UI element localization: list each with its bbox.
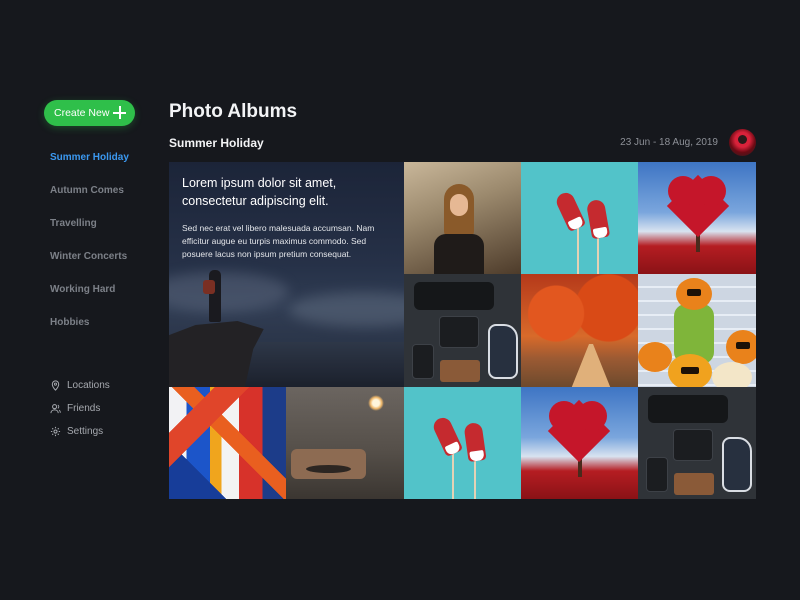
photo-thumbnail[interactable] — [638, 162, 756, 274]
lens-shape — [414, 282, 494, 310]
photo-thumbnail[interactable] — [521, 387, 638, 499]
secondary-nav: Locations Friends Settings — [50, 374, 110, 443]
sidebar-item-friends[interactable]: Friends — [50, 397, 110, 420]
pumpkin-shape — [726, 330, 756, 364]
date-range: 23 Jun - 18 Aug, 2019 — [620, 137, 718, 148]
photo-thumbnail[interactable] — [521, 162, 638, 274]
feature-text: Lorem ipsum dolor sit amet, consectetur … — [182, 175, 397, 260]
avatar[interactable] — [729, 129, 756, 156]
photo-thumbnail[interactable] — [404, 274, 521, 387]
photo-thumbnail[interactable] — [286, 387, 404, 499]
page-title: Photo Albums — [169, 101, 298, 122]
heart-tree-lobe — [668, 176, 698, 206]
sneaker-shape — [430, 414, 464, 458]
album-title: Summer Holiday — [169, 136, 264, 150]
photo-thumbnail[interactable] — [169, 387, 286, 499]
settings-label: Settings — [67, 426, 104, 437]
sidebar-item-hobbies[interactable]: Hobbies — [50, 317, 129, 350]
photo-thumbnail[interactable] — [521, 274, 638, 387]
locations-label: Locations — [67, 380, 110, 391]
sidebar-item-autumn-comes[interactable]: Autumn Comes — [50, 185, 129, 218]
heart-tree-lobe — [549, 401, 579, 431]
lamp-shape — [368, 395, 384, 411]
heart-tree-lobe — [696, 176, 726, 206]
sneaker-shape — [463, 421, 487, 463]
pumpkin-head-shape — [676, 278, 712, 310]
sneaker-shape — [722, 437, 752, 492]
photo-thumbnail[interactable] — [638, 274, 756, 387]
face-shape — [450, 194, 468, 216]
camera-shape — [439, 316, 479, 348]
create-new-button[interactable]: Create New — [44, 100, 135, 126]
gear-icon — [50, 426, 61, 437]
path-shape — [571, 344, 611, 387]
photo-thumbnail[interactable] — [404, 387, 521, 499]
sneaker-shape — [553, 189, 587, 233]
sidebar-item-travelling[interactable]: Travelling — [50, 218, 129, 251]
sidebar-item-locations[interactable]: Locations — [50, 374, 110, 397]
pumpkin-shape — [668, 354, 712, 387]
sofa-shape — [291, 449, 366, 479]
album-nav: Summer Holiday Autumn Comes Travelling W… — [50, 152, 129, 350]
create-new-label: Create New — [54, 107, 110, 119]
plus-icon — [113, 106, 126, 119]
body-shape — [434, 234, 484, 274]
friends-icon — [50, 404, 61, 414]
photo-thumbnail[interactable] — [638, 387, 756, 499]
sidebar-item-working-hard[interactable]: Working Hard — [50, 284, 129, 317]
sneaker-shape — [488, 324, 518, 379]
friends-label: Friends — [67, 403, 101, 414]
photo-thumbnail[interactable] — [404, 162, 521, 274]
pumpkin-shape — [638, 342, 672, 372]
sidebar-item-settings[interactable]: Settings — [50, 420, 110, 443]
sidebar-item-winter-concerts[interactable]: Winter Concerts — [50, 251, 129, 284]
wallet-shape — [440, 360, 480, 382]
featured-photo-card[interactable]: Lorem ipsum dolor sit amet, consectetur … — [169, 162, 404, 387]
sidebar-item-summer-holiday[interactable]: Summer Holiday — [50, 152, 129, 185]
photo-grid: Lorem ipsum dolor sit amet, consectetur … — [169, 162, 756, 499]
camera-shape — [673, 429, 713, 461]
location-pin-icon — [51, 380, 60, 391]
sneaker-shape — [585, 198, 611, 240]
phone-shape — [412, 344, 434, 379]
phone-shape — [646, 457, 668, 492]
wallet-shape — [674, 473, 714, 495]
lens-shape — [648, 395, 728, 423]
table-shape — [306, 465, 351, 473]
feature-heading: Lorem ipsum dolor sit amet, consectetur … — [182, 176, 337, 208]
heart-tree-lobe — [577, 401, 607, 431]
feature-body: Sed nec erat vel libero malesuada accums… — [182, 223, 375, 259]
pumpkin-shape — [712, 362, 752, 387]
